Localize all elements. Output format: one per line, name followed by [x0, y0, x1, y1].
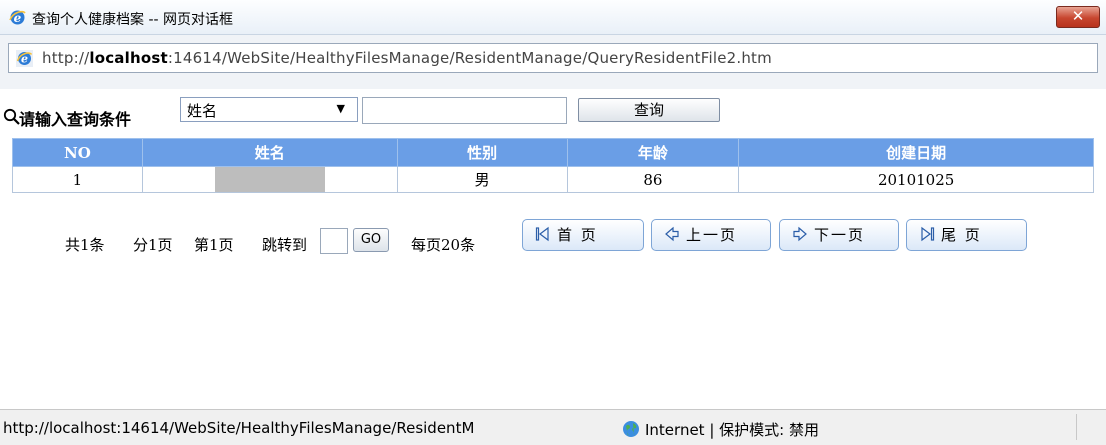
first-page-icon	[535, 226, 549, 242]
prev-page-button[interactable]: 上一页	[651, 219, 771, 251]
pager-jump-label: 跳转到	[262, 236, 308, 254]
last-page-icon	[921, 226, 935, 242]
address-url: http://localhost:14614/WebSite/HealthyFi…	[42, 49, 772, 67]
pager-page-count: 分1页	[133, 236, 173, 254]
results-table: NO 姓名 性别 年龄 创建日期 1 男 86 20101025	[12, 138, 1094, 193]
cell-no: 1	[12, 166, 143, 193]
jump-page-input[interactable]	[320, 228, 348, 254]
col-header-name: 姓名	[141, 138, 398, 167]
first-page-button[interactable]: 首 页	[522, 219, 644, 251]
prev-page-icon	[665, 226, 679, 242]
query-condition-label: 请输入查询条件	[19, 110, 132, 129]
query-field-select[interactable]: 姓名 ▼	[180, 97, 358, 122]
cell-gender: 男	[396, 166, 568, 193]
url-host: localhost	[89, 49, 168, 67]
url-path: :14614/WebSite/HealthyFilesManage/Reside…	[167, 49, 772, 67]
next-page-label: 下一页	[814, 226, 866, 244]
col-header-date: 创建日期	[738, 138, 1094, 167]
security-zone[interactable]: Internet | 保护模式: 禁用	[645, 419, 819, 440]
status-divider	[1076, 414, 1077, 440]
query-row: 请输入查询条件 姓名 ▼ 查询	[0, 90, 1106, 138]
ie-page-icon: e	[16, 50, 33, 67]
query-field-select-value: 姓名	[187, 102, 218, 120]
query-input[interactable]	[362, 97, 567, 124]
address-field[interactable]: e http://localhost:14614/WebSite/Healthy…	[8, 43, 1098, 73]
window-title: 查询个人健康档案 -- 网页对话框	[32, 12, 234, 28]
next-page-button[interactable]: 下一页	[779, 219, 899, 251]
prev-page-label: 上一页	[686, 226, 738, 244]
status-url: http://localhost:14614/WebSite/HealthyFi…	[3, 419, 475, 437]
pager-total: 共1条	[65, 236, 105, 254]
dropdown-arrow-icon: ▼	[336, 102, 345, 115]
next-page-icon	[793, 226, 807, 242]
go-button[interactable]: GO	[353, 228, 389, 252]
table-header-row: NO 姓名 性别 年龄 创建日期	[12, 138, 1094, 167]
last-page-button[interactable]: 尾 页	[906, 219, 1027, 251]
col-header-no: NO	[12, 138, 143, 167]
pager-per-page: 每页20条	[411, 236, 476, 254]
pager: 共1条 分1页 第1页 跳转到 GO 每页20条 首 页 上一页 下一页 尾 页	[0, 206, 1106, 266]
globe-icon	[623, 421, 639, 437]
query-button[interactable]: 查询	[578, 98, 720, 122]
redacted-name	[214, 167, 325, 192]
pager-current-page: 第1页	[194, 236, 234, 254]
status-bar: http://localhost:14614/WebSite/HealthyFi…	[0, 409, 1106, 445]
last-page-label: 尾 页	[941, 226, 982, 244]
col-header-age: 年龄	[566, 138, 740, 167]
cell-name	[141, 166, 398, 193]
ie-icon: e	[9, 10, 26, 25]
address-bar: e http://localhost:14614/WebSite/Healthy…	[0, 35, 1106, 89]
window-title-bar: e 查询个人健康档案 -- 网页对话框 ✕	[0, 0, 1106, 35]
first-page-label: 首 页	[557, 226, 598, 244]
cell-age: 86	[566, 166, 740, 193]
url-prefix: http://	[42, 49, 90, 67]
cell-date: 20101025	[738, 166, 1094, 193]
table-row[interactable]: 1 男 86 20101025	[12, 166, 1094, 193]
col-header-gender: 性别	[396, 138, 568, 167]
close-button[interactable]: ✕	[1056, 6, 1100, 28]
